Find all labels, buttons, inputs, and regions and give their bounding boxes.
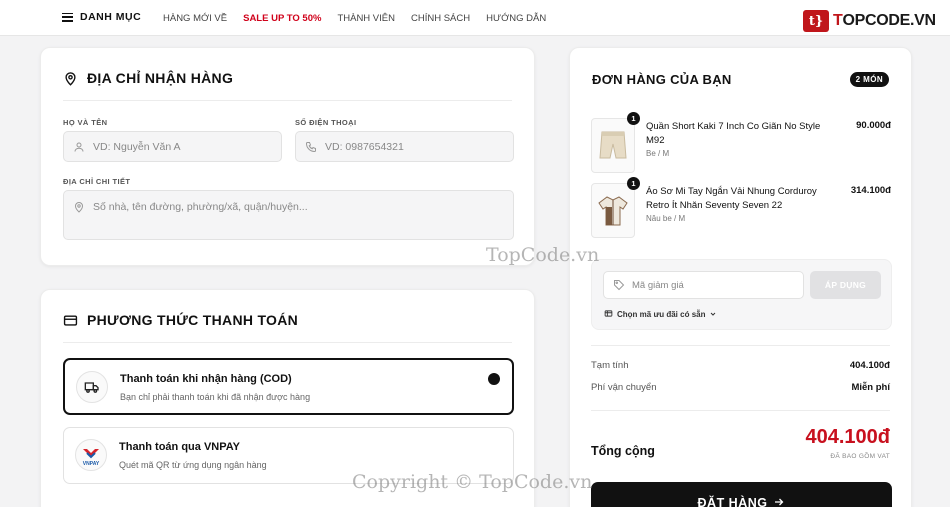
svg-text:VNPAY: VNPAY <box>83 461 100 467</box>
place-order-label: ĐẶT HÀNG <box>697 496 768 507</box>
product-thumbnail-shirt[interactable] <box>591 183 635 238</box>
nav-new-arrivals[interactable]: HÀNG MỚI VỀ <box>163 13 227 24</box>
user-icon <box>73 141 85 153</box>
full-name-placeholder: VD: Nguyễn Văn A <box>93 140 181 153</box>
phone-icon <box>305 141 317 153</box>
truck-icon <box>76 371 108 403</box>
total-value: 404.100đ <box>805 426 890 448</box>
hamburger-icon <box>62 12 73 22</box>
full-name-label: HỌ VÀ TÊN <box>63 118 108 127</box>
cod-description: Bạn chỉ phải thanh toán khi đã nhận được… <box>120 392 311 402</box>
shipping-row: Phí vận chuyển Miễn phí <box>591 382 890 393</box>
phone-field[interactable]: VD: 0987654321 <box>295 131 514 162</box>
address-detail-label: ĐỊA CHỈ CHI TIẾT <box>63 177 131 186</box>
total-divider <box>591 410 890 411</box>
address-divider <box>63 100 512 101</box>
cod-title: Thanh toán khi nhận hàng (COD) <box>120 373 292 385</box>
address-detail-placeholder: Số nhà, tên đường, phường/xã, quận/huyện… <box>93 201 308 213</box>
subtotal-row: Tạm tính 404.100đ <box>591 360 890 371</box>
shipping-label: Phí vận chuyển <box>591 382 657 393</box>
quantity-badge: 1 <box>627 112 640 125</box>
radio-selected-indicator[interactable] <box>488 373 500 385</box>
phone-label: SỐ ĐIỆN THOẠI <box>295 118 357 127</box>
coupon-placeholder: Mã giảm giá <box>632 279 684 291</box>
order-summary-card: ĐƠN HÀNG CỦA BẠN 2 MÓN 1 Quần Short Kaki… <box>569 47 912 507</box>
payment-divider <box>63 342 512 343</box>
logo-mark-icon: t} <box>803 10 829 32</box>
arrow-right-icon <box>773 496 785 507</box>
chevron-down-icon <box>709 310 717 320</box>
shipping-value: Miễn phí <box>851 382 890 393</box>
coupon-section: Mã giảm giá ÁP DỤNG Chọn mã ưu đãi có sẵ… <box>591 259 892 330</box>
subtotal-label: Tạm tính <box>591 360 629 371</box>
item-variant: Nâu be / M <box>646 214 686 223</box>
category-menu-button[interactable]: DANH MỤC <box>62 11 141 23</box>
map-pin-icon <box>63 71 78 86</box>
order-item: 1 Áo Sơ Mi Tay Ngắn Vải Nhung Corduroy R… <box>591 177 891 239</box>
nav-guide[interactable]: HƯỚNG DẪN <box>486 13 546 24</box>
apply-coupon-button[interactable]: ÁP DỤNG <box>810 271 881 299</box>
item-count-badge: 2 MÓN <box>849 72 889 87</box>
choose-promo-link[interactable]: Chọn mã ưu đãi có sẵn <box>604 309 717 320</box>
order-title: ĐƠN HÀNG CỦA BẠN <box>592 72 732 87</box>
place-order-button[interactable]: ĐẶT HÀNG <box>591 482 892 507</box>
item-name[interactable]: Quần Short Kaki 7 Inch Co Giãn No Style … <box>646 120 831 148</box>
summary-divider <box>591 345 890 346</box>
site-logo[interactable]: t} TOPCODE.VN <box>803 10 936 32</box>
item-variant: Be / M <box>646 149 670 158</box>
address-detail-field[interactable]: Số nhà, tên đường, phường/xã, quận/huyện… <box>63 190 514 240</box>
total-label: Tổng cộng <box>591 444 655 458</box>
vat-note: ĐÃ BAO GỒM VAT <box>830 453 890 460</box>
payment-option-cod[interactable]: Thanh toán khi nhận hàng (COD) Bạn chỉ p… <box>63 358 514 415</box>
promo-link-label: Chọn mã ưu đãi có sẵn <box>617 310 706 319</box>
nav-membership[interactable]: THÀNH VIÊN <box>337 13 395 24</box>
ticket-icon <box>604 309 613 320</box>
main-nav: HÀNG MỚI VỀ SALE UP TO 50% THÀNH VIÊN CH… <box>163 13 546 24</box>
payment-method-card: PHƯƠNG THỨC THANH TOÁN Thanh toán khi nh… <box>40 289 535 507</box>
location-icon <box>73 201 85 213</box>
full-name-field[interactable]: VD: Nguyễn Văn A <box>63 131 282 162</box>
payment-section-title: PHƯƠNG THỨC THANH TOÁN <box>63 312 298 328</box>
nav-policy[interactable]: CHÍNH SÁCH <box>411 13 470 24</box>
item-price: 314.100đ <box>850 185 891 196</box>
subtotal-value: 404.100đ <box>849 360 890 371</box>
category-menu-label: DANH MỤC <box>80 11 142 23</box>
item-name[interactable]: Áo Sơ Mi Tay Ngắn Vải Nhung Corduroy Ret… <box>646 185 831 213</box>
phone-placeholder: VD: 0987654321 <box>325 140 404 153</box>
nav-sale[interactable]: SALE UP TO 50% <box>243 13 321 24</box>
logo-text: TOPCODE.VN <box>833 12 936 29</box>
address-section-title: ĐỊA CHỈ NHẬN HÀNG <box>63 70 233 86</box>
quantity-badge: 1 <box>627 177 640 190</box>
credit-card-icon <box>63 313 78 328</box>
vnpay-logo-icon: VNPAY <box>75 439 107 471</box>
payment-option-vnpay[interactable]: VNPAY Thanh toán qua VNPAY Quét mã QR từ… <box>63 427 514 484</box>
coupon-input[interactable]: Mã giảm giá <box>603 271 804 299</box>
product-thumbnail-shorts[interactable] <box>591 118 635 173</box>
vnpay-description: Quét mã QR từ ứng dụng ngân hàng <box>119 460 267 470</box>
top-navigation-bar: DANH MỤC HÀNG MỚI VỀ SALE UP TO 50% THÀN… <box>0 0 950 36</box>
order-item: 1 Quần Short Kaki 7 Inch Co Giãn No Styl… <box>591 112 891 174</box>
vnpay-title: Thanh toán qua VNPAY <box>119 441 241 453</box>
item-price: 90.000đ <box>856 120 891 131</box>
shipping-address-card: ĐỊA CHỈ NHẬN HÀNG HỌ VÀ TÊN VD: Nguyễn V… <box>40 47 535 266</box>
tag-icon <box>613 279 625 291</box>
